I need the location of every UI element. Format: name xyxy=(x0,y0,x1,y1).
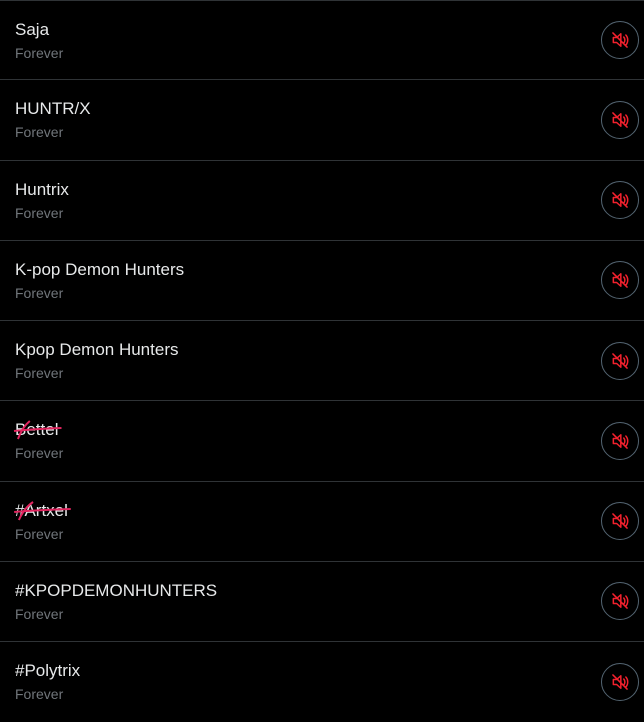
muted-word-term-wrap: #Polytrix xyxy=(15,660,80,682)
unmute-button[interactable] xyxy=(601,421,639,460)
muted-word-row: #Polytrix Forever xyxy=(0,642,644,722)
muted-words-list: Saja Forever HUNTR/X Forever Huntrix Forever K… xyxy=(0,0,644,722)
muted-word-term-wrap: #KPOPDEMONHUNTERS xyxy=(15,580,217,602)
muted-word-term: #KPOPDEMONHUNTERS xyxy=(15,580,218,600)
muted-word-row: #Artxel Forever xyxy=(0,482,644,562)
mute-duration-label: Forever xyxy=(15,284,64,301)
mute-duration-label: Forever xyxy=(15,45,64,61)
muted-word-term: K-pop Demon Hunters xyxy=(15,259,185,279)
mute-duration-label: Forever xyxy=(15,124,64,141)
muted-word-row: Kpop Demon Hunters Forever xyxy=(0,321,644,402)
unmute-button[interactable] xyxy=(601,341,639,380)
unmute-button[interactable] xyxy=(601,21,639,60)
muted-word-term: Huntrix xyxy=(15,179,69,199)
muted-word-term-wrap: HUNTR/X xyxy=(15,98,91,120)
muted-word-term-wrap: K-pop Demon Hunters xyxy=(15,259,184,281)
muted-word-term-wrap: Saja xyxy=(15,19,49,41)
muted-word-term: Kpop Demon Hunters xyxy=(15,340,179,359)
muted-word-row: HUNTR/X Forever xyxy=(0,80,644,161)
muted-word-row: #KPOPDEMONHUNTERS Forever xyxy=(0,562,644,642)
unmute-button[interactable] xyxy=(601,100,639,139)
muted-word-term: #Artxel xyxy=(15,500,68,520)
muted-word-term: Bettel xyxy=(15,420,59,440)
muted-speaker-icon xyxy=(612,433,629,449)
muted-speaker-icon xyxy=(612,352,629,369)
muted-word-row: Saja Forever xyxy=(0,0,644,81)
unmute-button[interactable] xyxy=(601,261,639,300)
unmute-button[interactable] xyxy=(601,663,639,702)
muted-word-term: #Polytrix xyxy=(15,661,81,680)
mute-duration-label: Forever xyxy=(15,445,64,462)
muted-speaker-icon xyxy=(612,674,629,690)
mute-duration-label: Forever xyxy=(15,204,64,221)
muted-speaker-icon xyxy=(612,112,629,128)
muted-word-row: K-pop Demon Hunters Forever xyxy=(0,241,644,321)
muted-word-term-wrap: Bettel xyxy=(15,419,58,441)
muted-speaker-icon xyxy=(612,513,629,529)
muted-speaker-icon xyxy=(612,32,629,48)
mute-duration-label: Forever xyxy=(15,686,64,702)
unmute-button[interactable] xyxy=(601,582,639,621)
muted-word-term-wrap: Huntrix xyxy=(15,179,69,201)
muted-word-term: Saja xyxy=(15,20,50,39)
muted-speaker-icon xyxy=(612,272,629,289)
muted-word-row: Huntrix Forever xyxy=(0,161,644,241)
mute-duration-label: Forever xyxy=(15,605,64,622)
muted-word-row: Bettel Forever xyxy=(0,401,644,482)
unmute-button[interactable] xyxy=(601,502,639,541)
muted-speaker-icon xyxy=(612,192,629,208)
unmute-button[interactable] xyxy=(601,181,639,220)
muted-speaker-icon xyxy=(612,593,629,610)
mute-duration-label: Forever xyxy=(15,365,64,381)
muted-word-term-wrap: Kpop Demon Hunters xyxy=(15,339,178,361)
muted-word-term: HUNTR/X xyxy=(15,99,91,119)
mute-duration-label: Forever xyxy=(15,525,64,542)
muted-word-term-wrap: #Artxel xyxy=(15,500,68,522)
